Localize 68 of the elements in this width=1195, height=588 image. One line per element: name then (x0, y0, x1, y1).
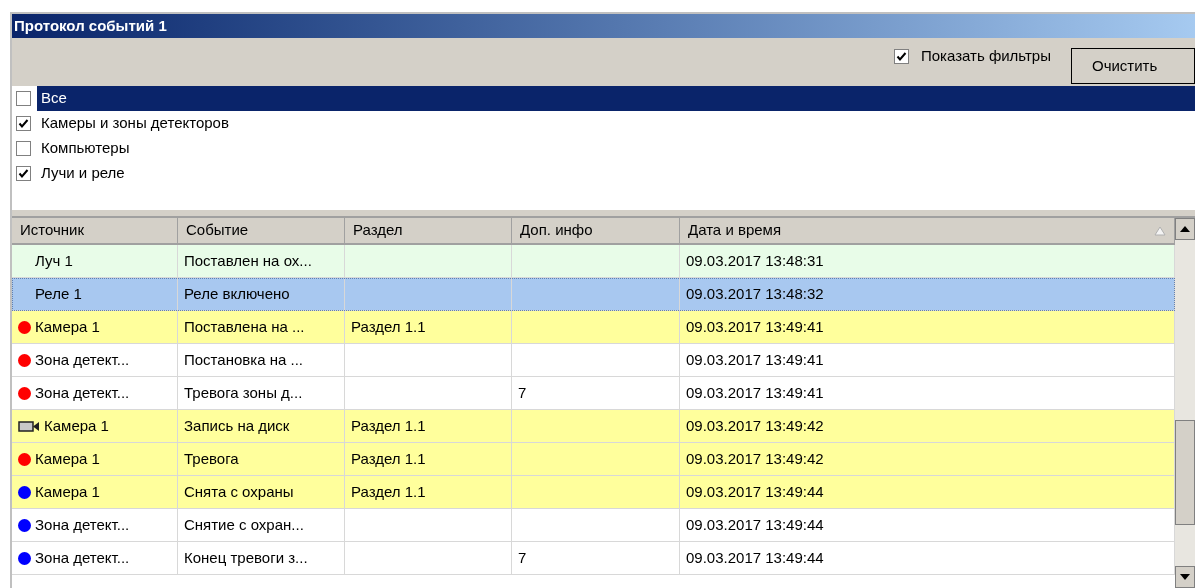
table-cell-text: Камера 1 (35, 448, 100, 469)
clear-button[interactable]: Очистить (1071, 48, 1195, 84)
table-cell-text: 09.03.2017 13:49:41 (686, 349, 824, 370)
column-header[interactable]: Раздел (345, 218, 512, 243)
table-cell-text: 09.03.2017 13:48:31 (686, 250, 824, 271)
table-cell-text: 09.03.2017 13:49:41 (686, 382, 824, 403)
table-cell-text: Раздел 1.1 (351, 448, 426, 469)
table-cell-text: Камера 1 (44, 415, 109, 436)
table-cell-text: Реле включено (184, 283, 290, 304)
window-title: Протокол событий 1 (14, 15, 167, 36)
table-row[interactable]: Зона детект... Снятие с охран... 09.03.2017 13:49:44 (12, 509, 1175, 542)
table-cell-text: Зона детект... (35, 349, 130, 370)
column-header[interactable]: Источник (12, 218, 178, 243)
show-filters-label: Показать фильтры (920, 45, 1051, 66)
table-cell-text: Раздел 1.1 (351, 316, 426, 337)
table-cell-text: Поставлена на ... (184, 316, 305, 337)
table-cell-text: Луч 1 (35, 250, 73, 271)
table-cell-text: Зона детект... (35, 514, 130, 535)
table-row[interactable]: Камера 1 Снята с охраны Раздел 1.1 09.03.2017 13:49:44 (12, 476, 1175, 509)
table-cell-text: 09.03.2017 13:49:44 (686, 481, 824, 502)
filter-checkbox[interactable] (16, 166, 31, 181)
table-cell-text: Зона детект... (35, 547, 130, 568)
table-row[interactable]: Камера 1 Тревога Раздел 1.1 09.03.2017 13:49:42 (12, 443, 1175, 476)
table-cell-text: Тревога зоны д... (184, 382, 303, 403)
table-cell-text: Снятие с охран... (184, 514, 304, 535)
table-cell-text: 7 (518, 547, 527, 568)
sort-ascending-icon (1154, 225, 1166, 236)
table-cell-text: Постановка на ... (184, 349, 303, 370)
table-row[interactable]: Реле 1 Реле включено 09.03.2017 13:48:32 (12, 278, 1175, 311)
filter-item[interactable]: Компьютеры (37, 136, 1195, 161)
filter-item[interactable]: Камеры и зоны детекторов (37, 111, 1195, 136)
scrollbar-thumb[interactable] (1175, 420, 1195, 525)
table-cell-text: 09.03.2017 13:48:32 (686, 283, 824, 304)
filter-checkbox[interactable] (16, 91, 31, 106)
table-cell-text: Запись на диск (184, 415, 290, 436)
table-cell-text: 09.03.2017 13:49:44 (686, 547, 824, 568)
filter-item[interactable]: Лучи и реле (37, 161, 1195, 186)
column-header[interactable]: Событие (178, 218, 345, 243)
filter-item[interactable]: Все (37, 86, 1195, 111)
table-cell-text: 09.03.2017 13:49:42 (686, 415, 824, 436)
table-row[interactable]: Зона детект... Постановка на ... 09.03.2017 13:49:41 (12, 344, 1175, 377)
column-header[interactable]: Доп. инфо (512, 218, 680, 243)
table-cell-text: Камера 1 (35, 316, 100, 337)
table-cell-text: 09.03.2017 13:49:41 (686, 316, 824, 337)
table-cell-text: Поставлен на ох... (184, 250, 312, 271)
filter-checkbox[interactable] (16, 141, 31, 156)
table-cell-text: Тревога (184, 448, 239, 469)
table-cell-text: Раздел 1.1 (351, 415, 426, 436)
table-row[interactable]: Зона детект... Конец тревоги з... 7 09.03.2017 13:49:44 (12, 542, 1175, 575)
scroll-down-icon (1180, 574, 1190, 580)
filter-checkbox[interactable] (16, 116, 31, 131)
table-cell-text: 09.03.2017 13:49:44 (686, 514, 824, 535)
vertical-scrollbar[interactable] (1175, 218, 1195, 588)
scroll-up-icon (1180, 226, 1190, 232)
table-row[interactable]: Луч 1 Поставлен на ох... 09.03.2017 13:48:31 (12, 245, 1175, 278)
table-row[interactable]: Камера 1 Запись на диск Раздел 1.1 09.03.2017 13:49:42 (12, 410, 1175, 443)
table-cell-text: Камера 1 (35, 481, 100, 502)
table-cell-text: Зона детект... (35, 382, 130, 403)
table-cell-text: Конец тревоги з... (184, 547, 308, 568)
table-row[interactable]: Камера 1 Поставлена на ... Раздел 1.1 09.03.2017 13:49:41 (12, 311, 1175, 344)
table-row[interactable]: Зона детект... Тревога зоны д... 7 09.03.2017 13:49:41 (12, 377, 1175, 410)
video-camera-icon (18, 419, 40, 433)
table-cell-text: 09.03.2017 13:49:42 (686, 448, 824, 469)
table-cell-text: Реле 1 (35, 283, 82, 304)
table-cell-text: Раздел 1.1 (351, 481, 426, 502)
table-cell-text: 7 (518, 382, 527, 403)
show-filters-checkbox[interactable] (893, 48, 909, 64)
table-cell-text: Снята с охраны (184, 481, 294, 502)
